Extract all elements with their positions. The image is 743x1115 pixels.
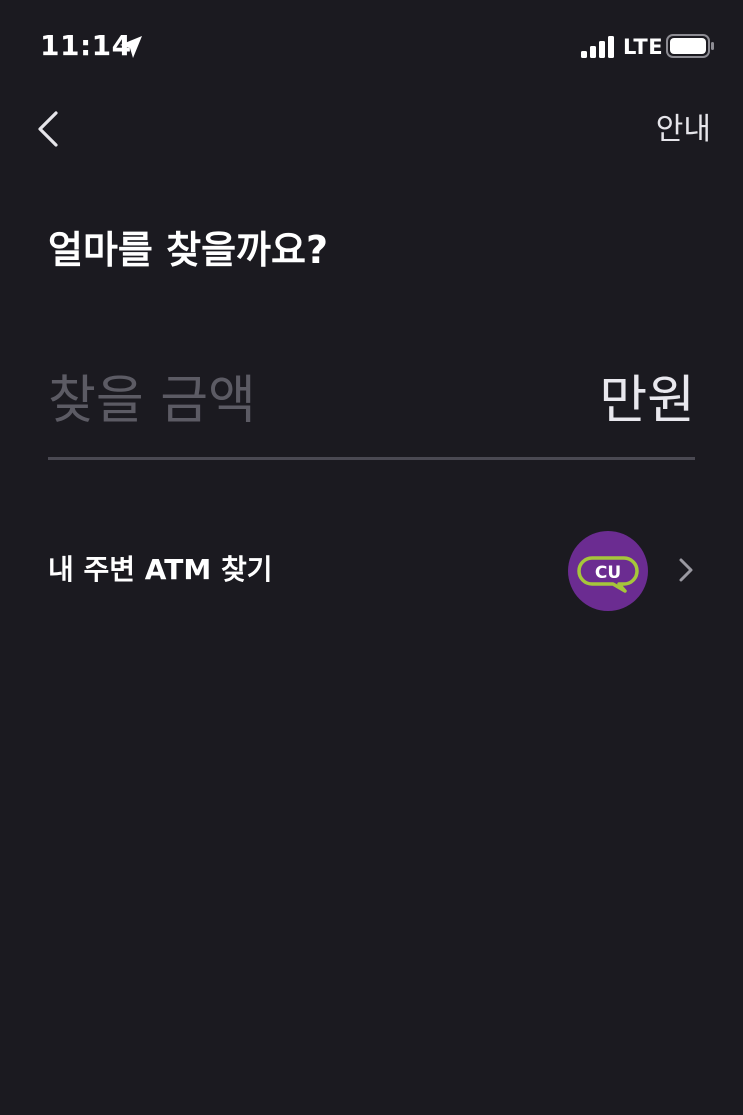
cu-logo-text: CU [595, 563, 621, 583]
signal-icon [581, 36, 614, 58]
cu-logo: CU [568, 531, 648, 611]
amount-input[interactable] [48, 362, 568, 440]
info-button[interactable]: 안내 [656, 108, 711, 152]
find-atm-label: 내 주변 ATM 찾기 [48, 553, 273, 586]
network-label: LTE [623, 35, 664, 59]
cu-logo-mark: CU [577, 556, 639, 593]
atm-withdraw-screen: 11:14 LTE 안내 얼마를 찾을까요? 만원 내 주변 ATM 찾기 [0, 0, 743, 1115]
amount-field: 만원 [48, 354, 695, 460]
find-atm-button[interactable]: 내 주변 ATM 찾기 CU [48, 528, 700, 612]
page-title: 얼마를 찾을까요? [48, 228, 328, 272]
status-bar: 11:14 LTE [0, 0, 743, 92]
back-button[interactable] [26, 104, 70, 154]
amount-unit: 만원 [599, 371, 695, 431]
battery-icon [666, 34, 714, 58]
chevron-right-icon [679, 558, 693, 582]
location-icon [120, 36, 142, 58]
chevron-left-icon [38, 111, 58, 147]
